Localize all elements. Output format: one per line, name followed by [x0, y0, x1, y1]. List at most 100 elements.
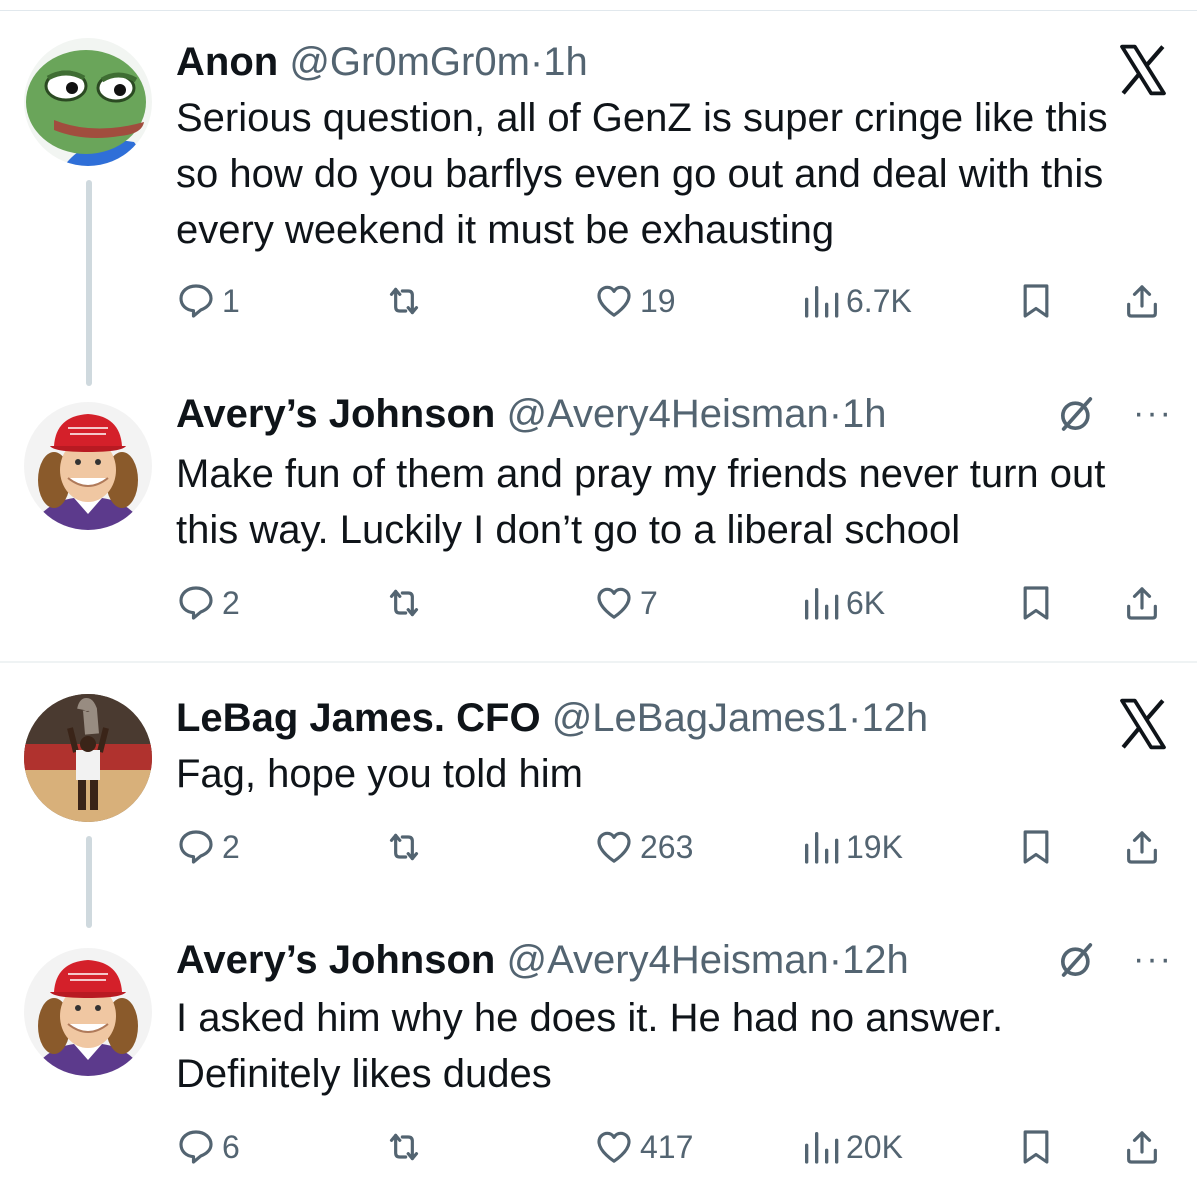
reply-button[interactable]: 6	[176, 1122, 240, 1172]
share-icon	[1127, 285, 1157, 318]
like-count: 263	[640, 828, 694, 865]
share-button[interactable]	[1122, 822, 1162, 872]
retweet-icon	[389, 589, 419, 617]
retweet-button[interactable]	[384, 578, 424, 628]
view-count: 6.7K	[846, 282, 912, 319]
thread-line	[86, 836, 92, 928]
bookmark-icon	[1023, 1130, 1049, 1164]
user-handle[interactable]: @Avery4Heisman	[506, 392, 828, 436]
share-icon	[1127, 1131, 1157, 1164]
reply-button[interactable]: 1	[176, 276, 240, 326]
x-logo-icon	[1115, 696, 1171, 752]
avatar[interactable]	[24, 402, 152, 530]
reply-icon	[179, 830, 213, 864]
retweet-icon	[389, 1133, 419, 1161]
bookmark-icon	[1023, 284, 1049, 318]
reply-count: 2	[222, 584, 240, 621]
heart-icon	[597, 587, 631, 619]
screenshot-divider	[0, 661, 1197, 663]
timestamp[interactable]: 1h	[842, 392, 887, 436]
separator-dot: ·	[828, 938, 843, 982]
retweet-button[interactable]	[384, 1122, 424, 1172]
grok-icon[interactable]	[1057, 940, 1097, 980]
grok-icon[interactable]	[1057, 394, 1097, 434]
user-handle[interactable]: @Gr0mGr0m	[289, 40, 530, 84]
views-chart-icon	[805, 588, 839, 620]
reply-button[interactable]: 2	[176, 578, 240, 628]
retweet-button[interactable]	[384, 276, 424, 326]
retweet-button[interactable]	[384, 822, 424, 872]
tweet-header: Avery’s Johnson @Avery4Heisman·1h	[176, 390, 887, 438]
timestamp[interactable]: 12h	[842, 938, 909, 982]
tweet-text: I asked him why he does it. He had no an…	[176, 996, 1004, 1096]
tweet-header: Anon @Gr0mGr0m·1h	[176, 38, 588, 86]
share-button[interactable]	[1122, 1122, 1162, 1172]
separator-dot: ·	[848, 696, 862, 740]
bookmark-icon	[1023, 830, 1049, 864]
user-handle[interactable]: @LeBagJames1	[552, 696, 848, 740]
retweet-icon	[389, 287, 419, 315]
share-icon	[1127, 831, 1157, 864]
maga-hat-avatar-icon	[24, 402, 152, 530]
bookmark-icon	[1023, 586, 1049, 620]
views-chart-icon	[805, 286, 839, 318]
like-count: 19	[640, 282, 676, 319]
top-edge	[0, 0, 1197, 11]
view-count: 19K	[846, 828, 903, 865]
bookmark-button[interactable]	[1016, 1122, 1056, 1172]
bookmark-button[interactable]	[1016, 822, 1056, 872]
avatar[interactable]	[24, 948, 152, 1076]
thread-line	[86, 180, 92, 386]
reply-count: 1	[222, 282, 240, 319]
share-button[interactable]	[1122, 276, 1162, 326]
bookmark-button[interactable]	[1016, 578, 1056, 628]
separator-dot: ·	[529, 40, 544, 84]
avatar[interactable]	[24, 694, 152, 822]
more-options-icon[interactable]: ···	[1133, 942, 1173, 976]
tweet-text: Fag, hope you told him	[176, 752, 583, 796]
like-count: 417	[640, 1128, 694, 1165]
share-button[interactable]	[1122, 578, 1162, 628]
timestamp[interactable]: 1h	[543, 40, 588, 84]
display-name[interactable]: Anon	[176, 40, 278, 84]
tweet-text: Serious question, all of GenZ is super c…	[176, 96, 1108, 252]
like-button[interactable]: 417	[594, 1122, 693, 1172]
heart-icon	[597, 831, 631, 863]
tweet-header: Avery’s Johnson @Avery4Heisman·12h	[176, 936, 909, 984]
action-bar: 6 417 20K	[176, 1122, 1166, 1172]
like-button[interactable]: 263	[594, 822, 693, 872]
like-button[interactable]: 7	[594, 578, 658, 628]
action-bar: 2 263 19K	[176, 822, 1166, 872]
maga-hat-avatar-icon	[24, 948, 152, 1076]
views-button[interactable]: 20K	[800, 1122, 903, 1172]
bookmark-button[interactable]	[1016, 276, 1056, 326]
display-name[interactable]: Avery’s Johnson	[176, 392, 495, 436]
basketball-player-avatar-icon	[24, 694, 152, 822]
reply-count: 6	[222, 1128, 240, 1165]
reply-button[interactable]: 2	[176, 822, 240, 872]
reply-icon	[179, 586, 213, 620]
display-name[interactable]: Avery’s Johnson	[176, 938, 495, 982]
tweet-header: LeBag James. CFO @LeBagJames1·12h	[176, 694, 928, 742]
avatar[interactable]	[24, 38, 152, 166]
user-handle[interactable]: @Avery4Heisman	[506, 938, 828, 982]
more-options-icon[interactable]: ···	[1133, 396, 1173, 430]
separator-dot: ·	[828, 392, 843, 436]
reply-count: 2	[222, 828, 240, 865]
like-count: 7	[640, 584, 658, 621]
like-button[interactable]: 19	[594, 276, 676, 326]
reply-icon	[179, 1130, 213, 1164]
view-count: 20K	[846, 1128, 903, 1165]
views-button[interactable]: 19K	[800, 822, 903, 872]
views-button[interactable]: 6K	[800, 578, 885, 628]
heart-icon	[597, 1131, 631, 1163]
display-name[interactable]: LeBag James. CFO	[176, 696, 541, 740]
retweet-icon	[389, 833, 419, 861]
views-chart-icon	[805, 1132, 839, 1164]
timestamp[interactable]: 12h	[861, 696, 928, 740]
action-bar: 1 19 6.7K	[176, 276, 1166, 326]
views-button[interactable]: 6.7K	[800, 276, 912, 326]
tweet-text: Make fun of them and pray my friends nev…	[176, 452, 1106, 552]
heart-icon	[597, 285, 631, 317]
views-chart-icon	[805, 832, 839, 864]
